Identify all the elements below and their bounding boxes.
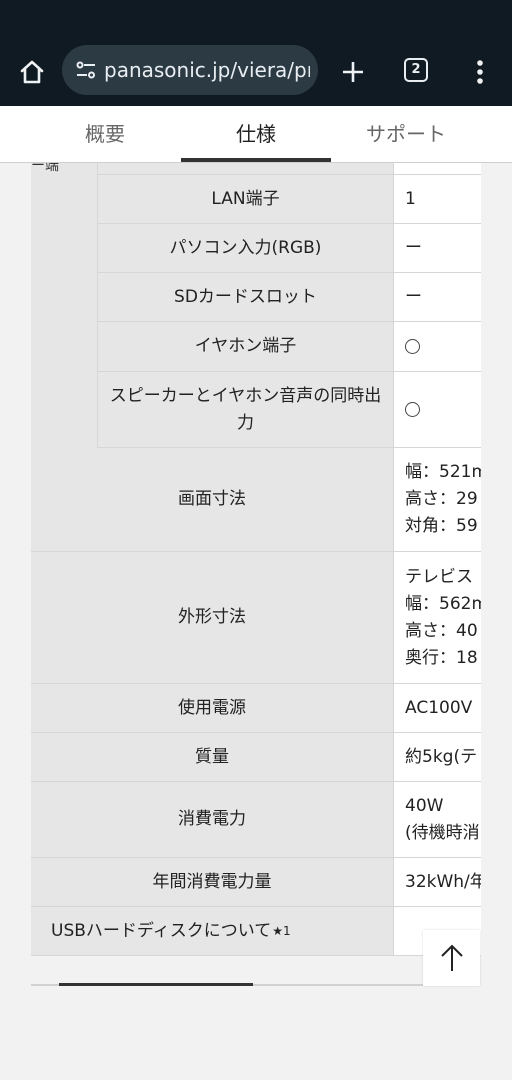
row-pc-input-label: パソコン入力(RGB) [98,224,394,273]
group-label: ー端 [31,163,59,174]
tab-overview[interactable]: 概要 [30,106,180,162]
more-vert-icon [477,60,483,84]
row-earphone-label: イヤホン端子 [98,322,394,372]
table-row-partial-value [394,163,481,175]
footnote-marker[interactable]: ★1 [272,918,290,945]
status-bar [0,0,512,40]
row-simultaneous-output-value [394,372,481,448]
row-dimensions-value: テレビス 幅：562m 高さ：40 奥行：18 [394,552,481,684]
row-screen-size-value: 幅：521m 高さ：29 対角：59 [394,448,481,552]
address-bar[interactable]: panasonic.jp/viera/prc [62,45,318,95]
circle-icon [405,339,420,354]
tab-support[interactable]: サポート [331,106,481,162]
value-line: AC100V [405,697,473,718]
value-line: ー [405,286,422,307]
arrow-up-icon [440,944,463,971]
row-power-supply-label: 使用電源 [31,684,394,733]
tab-spec[interactable]: 仕様 [181,106,331,162]
table-row-partial-label [98,163,394,175]
url-text[interactable]: panasonic.jp/viera/prc [104,57,310,83]
page-tab-bar: 概要 仕様 サポート [0,106,512,163]
row-annual-power-value: 32kWh/年 [394,858,481,907]
row-usb-hdd-label: USBハードディスクについて ★1 [31,907,394,956]
home-icon [20,60,44,84]
back-to-top-button[interactable] [423,930,480,986]
value-line: 幅：521m [405,462,481,482]
value-line: 高さ：40 [405,620,478,641]
row-power-consumption-label: 消費電力 [31,782,394,858]
circle-icon [405,402,420,417]
value-line: 1 [405,188,416,209]
row-pc-input-value: ー [394,224,481,273]
row-dimensions-label: 外形寸法 [31,552,394,684]
group-cell-terminals: ー端 [31,163,98,448]
row-power-consumption-value: 40W (待機時消 [394,782,481,858]
value-line: 対角：59 [405,516,478,536]
new-tab-button[interactable] [336,54,370,90]
row-simultaneous-output-label: スピーカーとイヤホン音声の同時出力 [98,372,394,448]
row-power-supply-value: AC100V [394,684,481,733]
home-button[interactable] [14,54,50,90]
row-annual-power-label: 年間消費電力量 [31,858,394,907]
row-lan-value: 1 [394,175,481,224]
row-mass-label: 質量 [31,733,394,782]
browser-toolbar: panasonic.jp/viera/prc 2 [0,40,512,106]
row-sd-card-value: ー [394,273,481,322]
value-line: 40W [405,795,444,816]
value-line: 32kWh/年 [405,871,481,892]
horizontal-scrollbar-thumb[interactable] [59,983,253,986]
value-line: 高さ：29 [405,489,478,509]
tune-icon[interactable] [74,58,98,82]
usb-hdd-label-text: USBハードディスクについて [51,920,272,941]
row-screen-size-label: 画面寸法 [31,448,394,552]
value-line: テレビス [405,566,473,587]
row-mass-value: 約5kg(テ [394,733,481,782]
more-menu-button[interactable] [470,54,490,90]
tab-switcher-button[interactable]: 2 [404,58,428,82]
active-tab-indicator [181,158,331,162]
row-lan-label: LAN端子 [98,175,394,224]
row-sd-card-label: SDカードスロット [98,273,394,322]
value-line: 奥行：18 [405,647,478,668]
plus-icon [343,62,363,82]
value-line: 幅：562m [405,593,481,614]
value-line: (待機時消 [405,822,480,843]
row-earphone-value [394,322,481,372]
value-line: 約5kg(テ [405,746,478,767]
value-line: ー [405,237,422,258]
